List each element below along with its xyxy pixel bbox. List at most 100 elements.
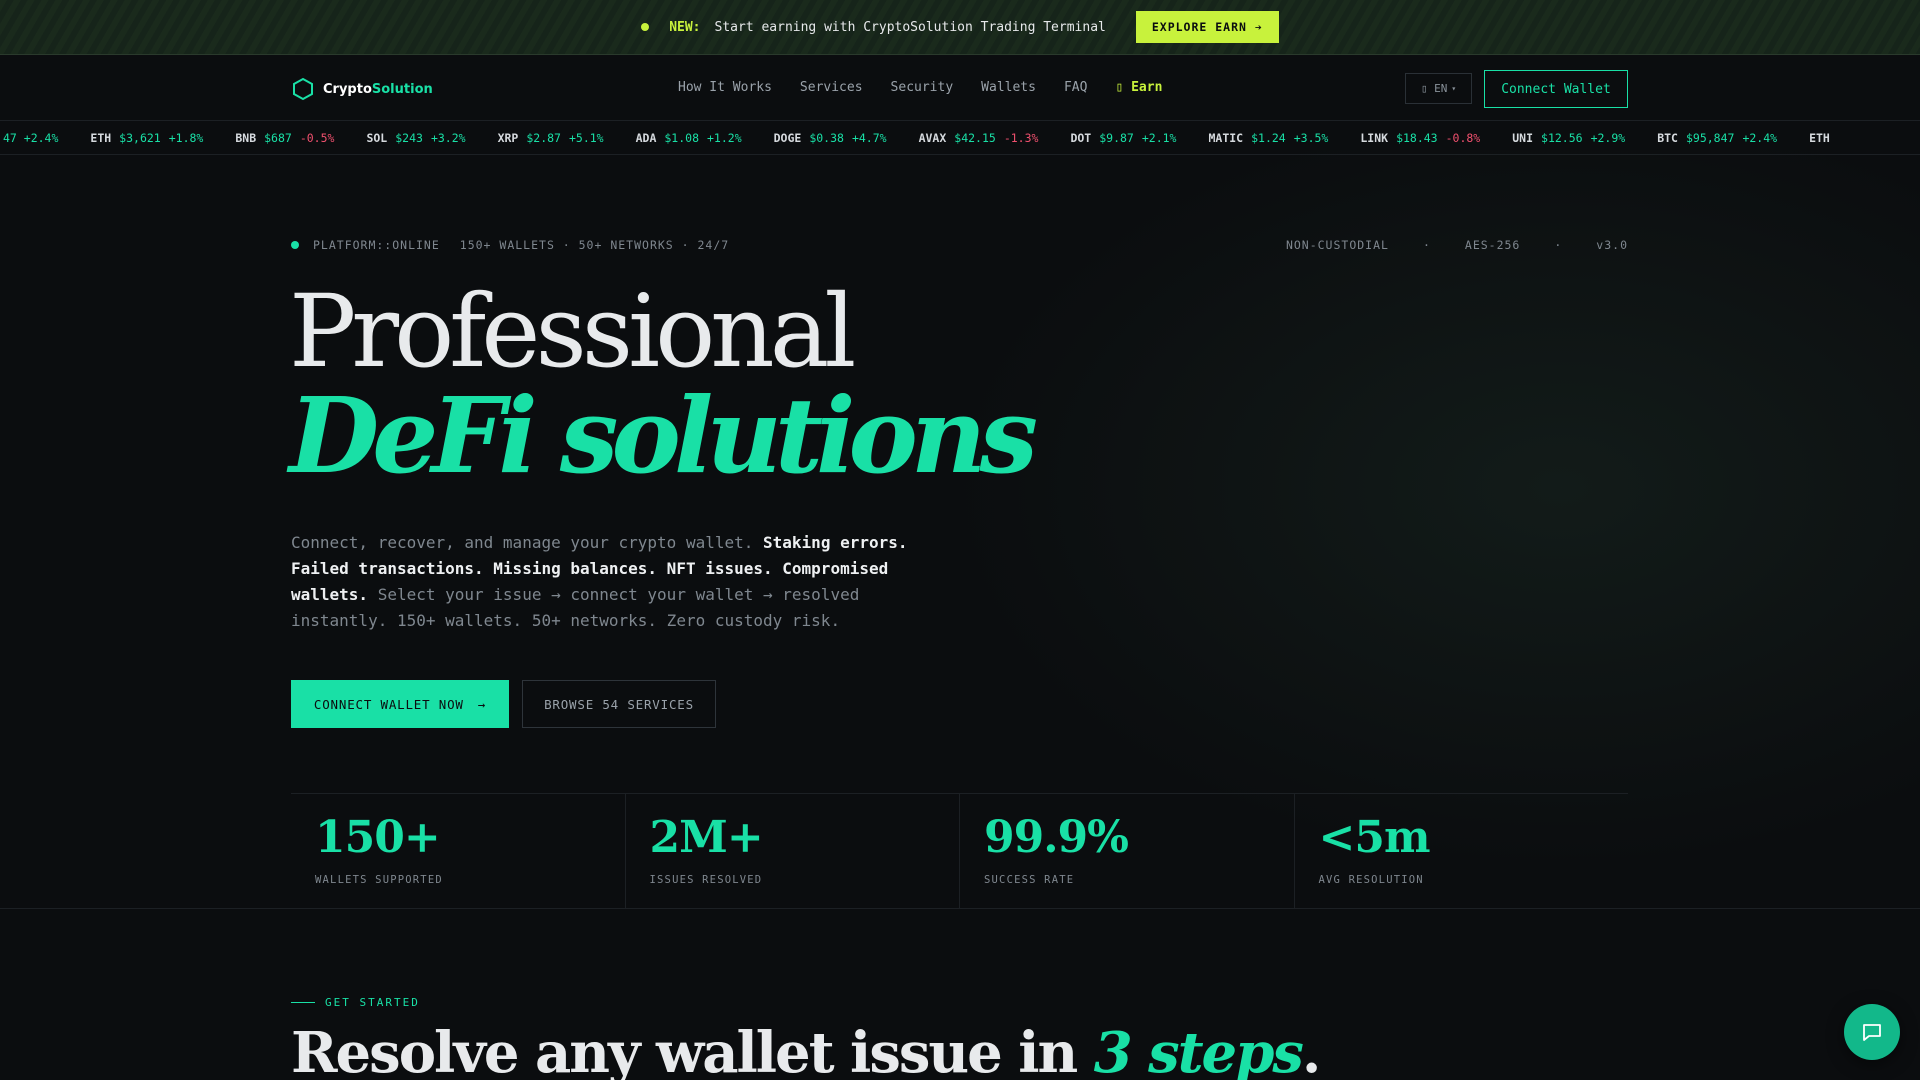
brand-logo[interactable]: CryptoSolution (291, 77, 433, 101)
nav-links: How It Works Services Security Wallets F… (678, 80, 1162, 95)
badge-separator: · (1554, 238, 1563, 252)
chat-button[interactable] (1844, 1004, 1900, 1060)
ticker-change: +1.8% (168, 131, 204, 145)
connect-wallet-now-label: CONNECT WALLET NOW (313, 696, 464, 712)
arrow-right-icon: → (477, 696, 487, 712)
ticker-price: $1.24 (1251, 131, 1286, 145)
stat-success: 99.9% SUCCESS RATE (960, 794, 1295, 908)
ticker-price: $243 (395, 131, 423, 145)
badge-non-custodial: NON-CUSTODIAL (1285, 238, 1389, 252)
platform-status: PLATFORM::ONLINE 150+ WALLETS · 50+ NETW… (291, 238, 729, 252)
hero-description: Connect, recover, and manage your crypto… (291, 530, 951, 634)
nav-link-services[interactable]: Services (800, 80, 863, 95)
ticker-change: -1.3% (1003, 131, 1039, 145)
platform-status-stats: 150+ WALLETS · 50+ NETWORKS · 24/7 (459, 238, 730, 252)
status-dot-icon (641, 23, 650, 31)
stat-label: WALLETS SUPPORTED (315, 874, 443, 886)
ticker-item: UNI $12.56 +2.9% (1512, 131, 1625, 145)
ticker-price: $1.08 (664, 131, 699, 145)
language-selector[interactable]: ▯ EN ▾ (1405, 73, 1472, 104)
stat-label: SUCCESS RATE (984, 874, 1075, 886)
ticker-change: -0.5% (299, 131, 335, 145)
brand-name-part2: Solution (371, 81, 433, 97)
online-dot-icon (291, 241, 299, 249)
ticker-price: $12.56 (1541, 131, 1583, 145)
ticker-change: -0.8% (1445, 131, 1481, 145)
nav-link-faq[interactable]: FAQ (1064, 80, 1087, 95)
hero-title-line1: Professional (289, 273, 856, 390)
ticker-item: ETH $3,621 +1.8% (90, 131, 203, 145)
ticker-item: ADA $1.08 +1.2% (636, 131, 742, 145)
eyebrow-rule (291, 1002, 315, 1003)
stat-value: <5m (1318, 812, 1431, 863)
ticker-item: 47 +2.4% (0, 131, 58, 145)
chat-bubble-icon (1863, 1024, 1881, 1041)
nav-link-earn[interactable]: ▯ Earn (1115, 80, 1162, 95)
badge-aes: AES-256 (1464, 238, 1521, 252)
connect-wallet-nav-button[interactable]: Connect Wallet (1484, 70, 1628, 108)
ticker-change: +5.1% (568, 131, 604, 145)
steps-heading-pre: Resolve any wallet issue in (291, 1020, 1094, 1080)
stat-issues: 2M+ ISSUES RESOLVED (626, 794, 960, 908)
section-divider (0, 908, 1920, 909)
ticker-change: +2.9% (1590, 131, 1626, 145)
connect-wallet-now-button[interactable]: CONNECT WALLET NOW → (291, 680, 509, 728)
stat-label: AVG RESOLUTION (1318, 874, 1424, 886)
ticker-track: 47 +2.4% ETH $3,621 +1.8% BNB $687 -0.5% SOL $24… (0, 131, 1878, 145)
ticker-item: DOT $9.87 +2.1% (1070, 131, 1176, 145)
browse-services-button[interactable]: BROWSE 54 SERVICES (522, 680, 716, 728)
ticker-change: +3.5% (1293, 131, 1329, 145)
stat-value: 2M+ (649, 812, 764, 863)
stat-value: 150+ (315, 812, 441, 863)
ticker-item: LINK $18.43 -0.8% (1360, 131, 1480, 145)
ticker-item: MATIC $1.24 +3.5% (1208, 131, 1328, 145)
ticker-symbol: SOL (366, 131, 388, 145)
ticker-symbol: XRP (497, 131, 519, 145)
ticker-change: +3.2% (430, 131, 466, 145)
ticker-symbol: DOT (1070, 131, 1092, 145)
ticker-price: $42.15 (954, 131, 996, 145)
ticker-price: $9.87 (1099, 131, 1134, 145)
ticker-symbol: ADA (635, 131, 657, 145)
hexagon-icon (293, 77, 313, 101)
top-navigation: CryptoSolution How It Works Services Sec… (0, 56, 1920, 121)
ticker-item: BNB $687 -0.5% (235, 131, 334, 145)
ticker-price: $0.38 (809, 131, 844, 145)
nav-link-how-it-works[interactable]: How It Works (678, 80, 772, 95)
badge-version: v3.0 (1596, 238, 1628, 252)
ticker-symbol: LINK (1360, 131, 1389, 145)
hero-description-intro: Connect, recover, and manage your crypto… (291, 533, 764, 552)
ticker-symbol: AVAX (918, 131, 947, 145)
ticker-item: XRP $2.87 +5.1% (498, 131, 604, 145)
badge-separator: · (1422, 238, 1431, 252)
explore-earn-button[interactable]: EXPLORE EARN ➔ (1135, 11, 1279, 43)
ticker-price: $95,847 (1685, 131, 1735, 145)
security-badges: NON-CUSTODIAL · AES-256 · v3.0 (1286, 238, 1628, 252)
ticker-item: BTC $95,847 +2.4% (1657, 131, 1777, 145)
stat-value: 99.9% (984, 812, 1129, 863)
ticker-item: SOL $243 +3.2% (366, 131, 465, 145)
ticker-price: $3,621 (119, 131, 161, 145)
ticker-price: $2.87 (526, 131, 561, 145)
ticker-price: $687 (264, 131, 292, 145)
announcement-message: Start earning with CryptoSolution Tradin… (714, 19, 1106, 35)
ticker-symbol: BTC (1657, 131, 1678, 145)
stat-label: ISSUES RESOLVED (649, 874, 763, 886)
ticker-symbol: UNI (1512, 131, 1534, 145)
stat-resolution: <5m AVG RESOLUTION (1295, 794, 1629, 908)
nav-link-security[interactable]: Security (891, 80, 954, 95)
ticker-item: DOGE $0.38 +4.7% (774, 131, 887, 145)
chevron-down-icon: ▾ (1451, 84, 1457, 93)
ticker-symbol: ETH (1809, 131, 1830, 145)
get-started-eyebrow: GET STARTED (291, 996, 420, 1009)
ticker-change: 47 +2.4% (3, 131, 59, 145)
platform-status-label: PLATFORM::ONLINE (313, 238, 440, 252)
ticker-item: ETH (1809, 131, 1846, 145)
ticker-symbol: MATIC (1208, 131, 1244, 145)
steps-heading-emphasis: 3 steps (1093, 1020, 1304, 1080)
hero-title-line2: DeFi solutions (289, 374, 1038, 497)
ticker-change: +1.2% (707, 131, 742, 145)
hero-background-glow (900, 150, 1920, 900)
stat-wallets: 150+ WALLETS SUPPORTED (291, 794, 626, 908)
nav-link-wallets[interactable]: Wallets (981, 80, 1036, 95)
